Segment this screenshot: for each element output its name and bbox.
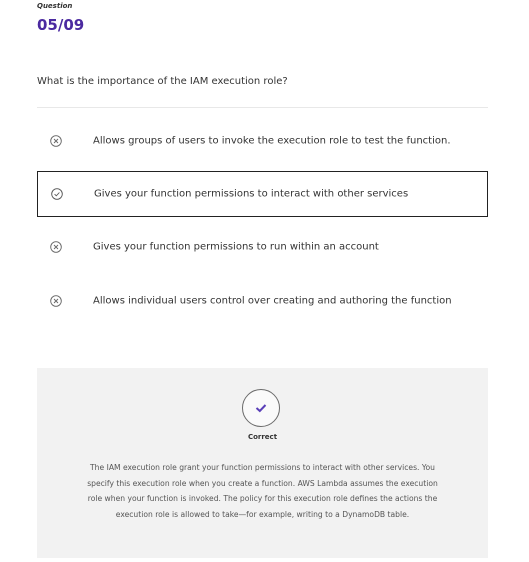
- x-circle-icon: [50, 241, 62, 253]
- question-number: 05/09: [37, 16, 85, 34]
- feedback-status: Correct: [247, 433, 278, 441]
- answer-option-4[interactable]: Allows individual users control over cre…: [37, 278, 488, 324]
- check-circle-icon: [51, 188, 63, 200]
- question-label: Question: [37, 2, 73, 10]
- answer-option-text: Allows individual users control over cre…: [93, 295, 452, 307]
- answer-option-1[interactable]: Allows groups of users to invoke the exe…: [37, 118, 488, 164]
- answer-option-text: Allows groups of users to invoke the exe…: [93, 135, 451, 147]
- answer-option-3[interactable]: Gives your function permissions to run w…: [37, 224, 488, 270]
- feedback-explanation: The IAM execution role grant your functi…: [87, 463, 438, 519]
- question-text: What is the importance of the IAM execut…: [37, 76, 288, 87]
- feedback-panel: Correct The IAM execution role grant you…: [37, 368, 488, 558]
- checkmark-icon: [242, 389, 280, 427]
- x-circle-icon: [50, 135, 62, 147]
- answer-option-text: Gives your function permissions to run w…: [93, 241, 379, 253]
- x-circle-icon: [50, 295, 62, 307]
- divider: [37, 107, 488, 108]
- answer-option-2[interactable]: Gives your function permissions to inter…: [37, 171, 488, 217]
- answer-option-text: Gives your function permissions to inter…: [94, 188, 409, 200]
